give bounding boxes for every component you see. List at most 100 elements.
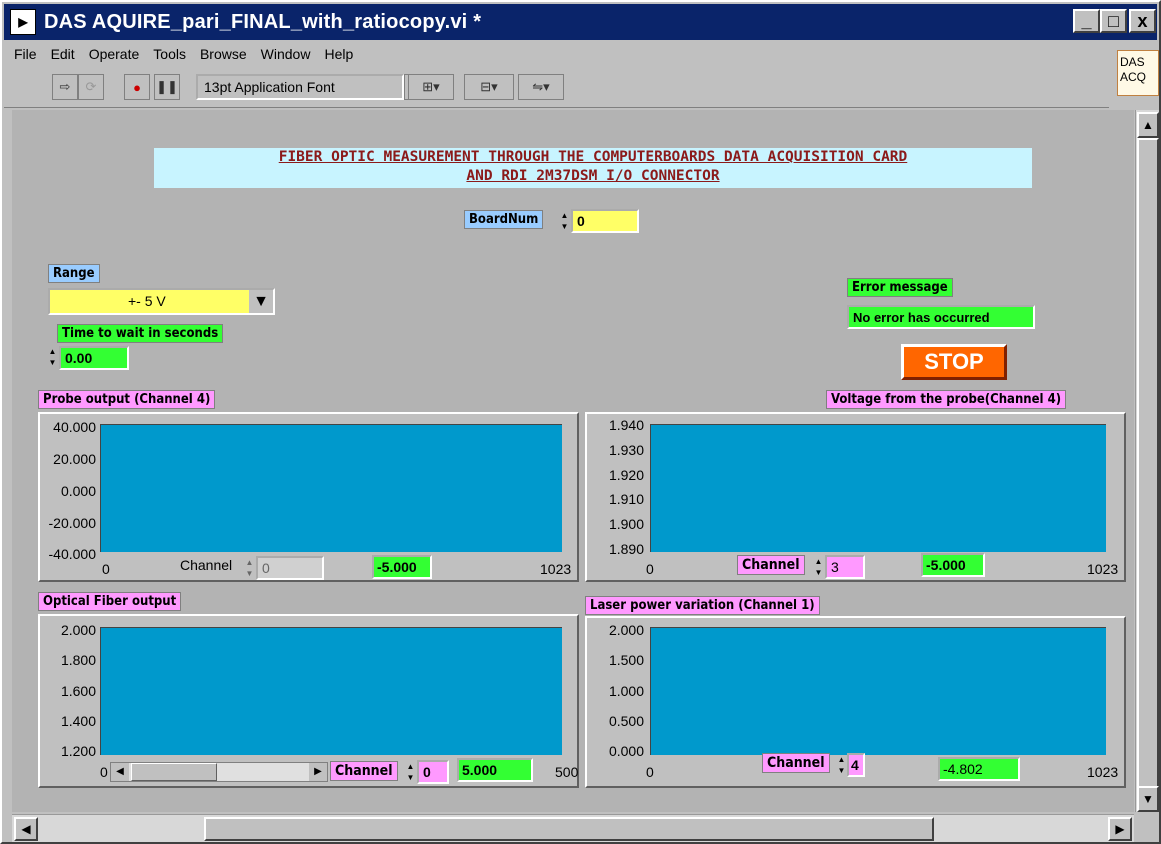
font-select-value: 13pt Application Font <box>204 79 335 95</box>
run-arrow-icon[interactable]: ⇨ <box>52 74 78 100</box>
wait-label: Time to wait in seconds <box>57 324 224 343</box>
maximize-button[interactable]: □ <box>1100 9 1127 33</box>
range-dropdown-icon[interactable]: ▼ <box>249 290 273 313</box>
fiber-scroll-thumb[interactable] <box>131 763 217 781</box>
laser-channel-spinner[interactable]: ▲ ▼ <box>836 754 847 778</box>
stop-button-label: STOP <box>924 349 984 374</box>
probe-ytick: 40.000 <box>53 419 96 435</box>
horizontal-scroll-thumb[interactable] <box>204 817 934 841</box>
scroll-down-icon[interactable]: ▼ <box>1137 786 1159 812</box>
error-label: Error message <box>847 278 953 297</box>
voltage-channel-spinner[interactable]: ▲ ▼ <box>813 556 824 580</box>
range-select[interactable]: +- 5 V ▼ <box>48 288 275 315</box>
align-icon[interactable]: ⊞▾ <box>408 74 454 100</box>
range-label: Range <box>48 264 100 283</box>
minimize-button[interactable]: _ <box>1073 9 1100 33</box>
probe-ytick: 20.000 <box>53 451 96 467</box>
fiber-ytick: 1.400 <box>60 713 96 729</box>
voltage-ytick: 1.940 <box>608 417 644 433</box>
menu-edit[interactable]: Edit <box>51 46 75 62</box>
voltage-channel-input[interactable]: 3 <box>825 555 865 579</box>
title-bar[interactable]: ▶ DAS AQUIRE_pari_FINAL_with_ratiocopy.v… <box>4 4 1157 40</box>
fiber-channel-spinner[interactable]: ▲ ▼ <box>405 761 416 785</box>
horizontal-scrollbar[interactable]: ◀ ▶ <box>12 814 1134 842</box>
probe-ytick: -20.000 <box>48 515 96 531</box>
laser-channel-input[interactable]: 4 <box>847 753 865 777</box>
fiber-scroll-left-icon[interactable]: ◀ <box>111 763 129 781</box>
fiber-scroll-right-icon[interactable]: ▶ <box>309 763 327 781</box>
heading-line2: AND RDI 2M37DSM I/O CONNECTOR <box>466 168 720 184</box>
boardnum-label: BoardNum <box>464 210 544 229</box>
scroll-up-icon[interactable]: ▲ <box>1137 112 1159 138</box>
probe-ytick: 0.000 <box>60 483 96 499</box>
menu-help[interactable]: Help <box>324 46 353 62</box>
laser-ytick: 0.000 <box>608 743 644 759</box>
fiber-xtick-min: 0 <box>100 764 108 780</box>
abort-icon[interactable]: ● <box>124 74 150 100</box>
run-continuous-icon[interactable]: ⟳ <box>78 74 104 100</box>
fiber-ytick: 2.000 <box>60 622 96 638</box>
window-title: DAS AQUIRE_pari_FINAL_with_ratiocopy.vi … <box>44 10 482 33</box>
toolbar: ⇨ ⟳ ● ❚❚ 13pt Application Font ▾ ⊞▾ ⊟▾ ⇋… <box>4 66 1109 108</box>
menu-tools[interactable]: Tools <box>153 46 186 62</box>
probe-readout: -5.000 <box>372 555 432 579</box>
wait-input[interactable]: 0.00 <box>59 346 129 370</box>
voltage-ytick: 1.910 <box>608 491 644 507</box>
error-display: No error has occurred <box>847 305 1035 329</box>
voltage-ytick: 1.930 <box>608 442 644 458</box>
voltage-channel-label: Channel <box>737 555 805 575</box>
laser-plot-area[interactable] <box>650 627 1106 755</box>
menu-bar: File Edit Operate Tools Browse Window He… <box>4 42 1157 66</box>
laser-readout: -4.802 <box>938 757 1020 781</box>
vi-icon[interactable]: DAS ACQ <box>1117 50 1159 96</box>
vertical-scrollbar[interactable]: ▲ ▼ <box>1135 110 1159 812</box>
boardnum-input[interactable]: 0 <box>571 209 639 233</box>
scroll-left-icon[interactable]: ◀ <box>14 817 38 841</box>
labview-window: ▶ DAS AQUIRE_pari_FINAL_with_ratiocopy.v… <box>0 0 1161 844</box>
probe-ytick: -40.000 <box>48 546 96 562</box>
menu-file[interactable]: File <box>14 46 37 62</box>
laser-channel-label: Channel <box>762 753 830 773</box>
voltage-graph-label: Voltage from the probe(Channel 4) <box>826 390 1067 409</box>
pause-icon[interactable]: ❚❚ <box>154 74 180 100</box>
probe-plot-area[interactable] <box>100 424 562 552</box>
probe-xtick-min: 0 <box>102 561 110 577</box>
fiber-plot-area[interactable] <box>100 627 562 755</box>
voltage-plot-area[interactable] <box>650 424 1106 552</box>
reorder-icon[interactable]: ⇋▾ <box>518 74 564 100</box>
voltage-xtick-max: 1023 <box>1087 561 1119 577</box>
close-button[interactable]: x <box>1129 9 1156 33</box>
laser-xtick-min: 0 <box>646 764 654 780</box>
vi-icon-line1: DAS <box>1120 55 1145 69</box>
voltage-readout: -5.000 <box>921 553 985 577</box>
menu-browse[interactable]: Browse <box>200 46 247 62</box>
laser-ytick: 1.500 <box>608 652 644 668</box>
fiber-channel-input[interactable]: 0 <box>417 760 449 784</box>
stop-button[interactable]: STOP <box>901 344 1007 380</box>
fiber-scrollbar[interactable]: ◀ ▶ <box>110 762 328 782</box>
fiber-ytick: 1.600 <box>60 683 96 699</box>
fiber-graph-label: Optical Fiber output <box>38 592 182 611</box>
fiber-xtick-max: 500 <box>555 764 579 780</box>
probe-channel-label: Channel <box>180 557 233 573</box>
voltage-xtick-min: 0 <box>646 561 654 577</box>
voltage-ytick: 1.900 <box>608 516 644 532</box>
boardnum-spinner[interactable]: ▲ ▼ <box>559 210 570 234</box>
menu-window[interactable]: Window <box>261 46 311 62</box>
menu-operate[interactable]: Operate <box>89 46 140 62</box>
laser-graph-label: Laser power variation (Channel 1) <box>585 596 820 615</box>
scroll-right-icon[interactable]: ▶ <box>1108 817 1132 841</box>
page-heading: FIBER OPTIC MEASUREMENT THROUGH THE COMP… <box>154 148 1032 188</box>
probe-channel-spinner[interactable]: ▲ ▼ <box>244 557 255 581</box>
wait-spinner[interactable]: ▲ ▼ <box>47 346 58 370</box>
voltage-ytick: 1.890 <box>608 541 644 557</box>
voltage-ytick: 1.920 <box>608 467 644 483</box>
vertical-scroll-thumb[interactable] <box>1137 138 1159 798</box>
font-select[interactable]: 13pt Application Font <box>196 74 404 100</box>
distribute-icon[interactable]: ⊟▾ <box>464 74 514 100</box>
probe-channel-input[interactable]: 0 <box>256 556 324 580</box>
heading-line1: FIBER OPTIC MEASUREMENT THROUGH THE COMP… <box>278 149 908 165</box>
vi-icon-line2: ACQ <box>1120 70 1147 84</box>
fiber-readout: 5.000 <box>457 758 533 782</box>
fiber-channel-label: Channel <box>330 761 398 781</box>
